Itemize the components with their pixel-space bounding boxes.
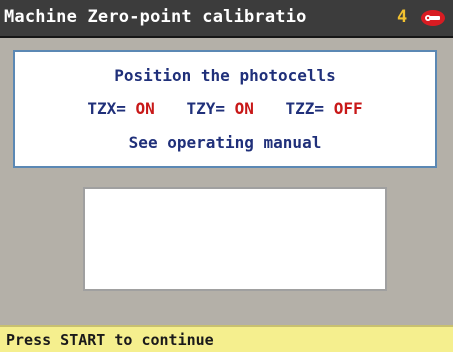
title-bar: Machine Zero-point calibratio 4	[0, 0, 453, 38]
status-bar: Press START to continue	[0, 325, 453, 352]
photocell-label-tzz: TZZ=	[285, 99, 325, 118]
keyline-logo-icon	[421, 10, 445, 26]
status-message: Press START to continue	[6, 331, 214, 349]
photocell-label-tzx: TZX=	[87, 99, 126, 118]
manual-note: See operating manual	[128, 133, 322, 152]
photocell-label-tzy: TZY=	[186, 99, 225, 118]
photocell-status-line: TZX= ON TZY= ON TZZ= OFF	[15, 99, 435, 118]
instruction-text: Position the photocells	[114, 66, 336, 85]
photocell-state-tzy: ON	[234, 99, 254, 118]
page-number: 4	[397, 7, 408, 27]
photocell-state-tzx: ON	[135, 99, 155, 118]
image-display-area	[83, 187, 387, 291]
machine-screen: Machine Zero-point calibratio 4 Position…	[0, 0, 453, 352]
photocell-state-tzz: OFF	[333, 99, 363, 118]
instruction-panel: Position the photocells TZX= ON TZY= ON …	[13, 50, 437, 168]
page-title: Machine Zero-point calibratio	[4, 7, 307, 27]
